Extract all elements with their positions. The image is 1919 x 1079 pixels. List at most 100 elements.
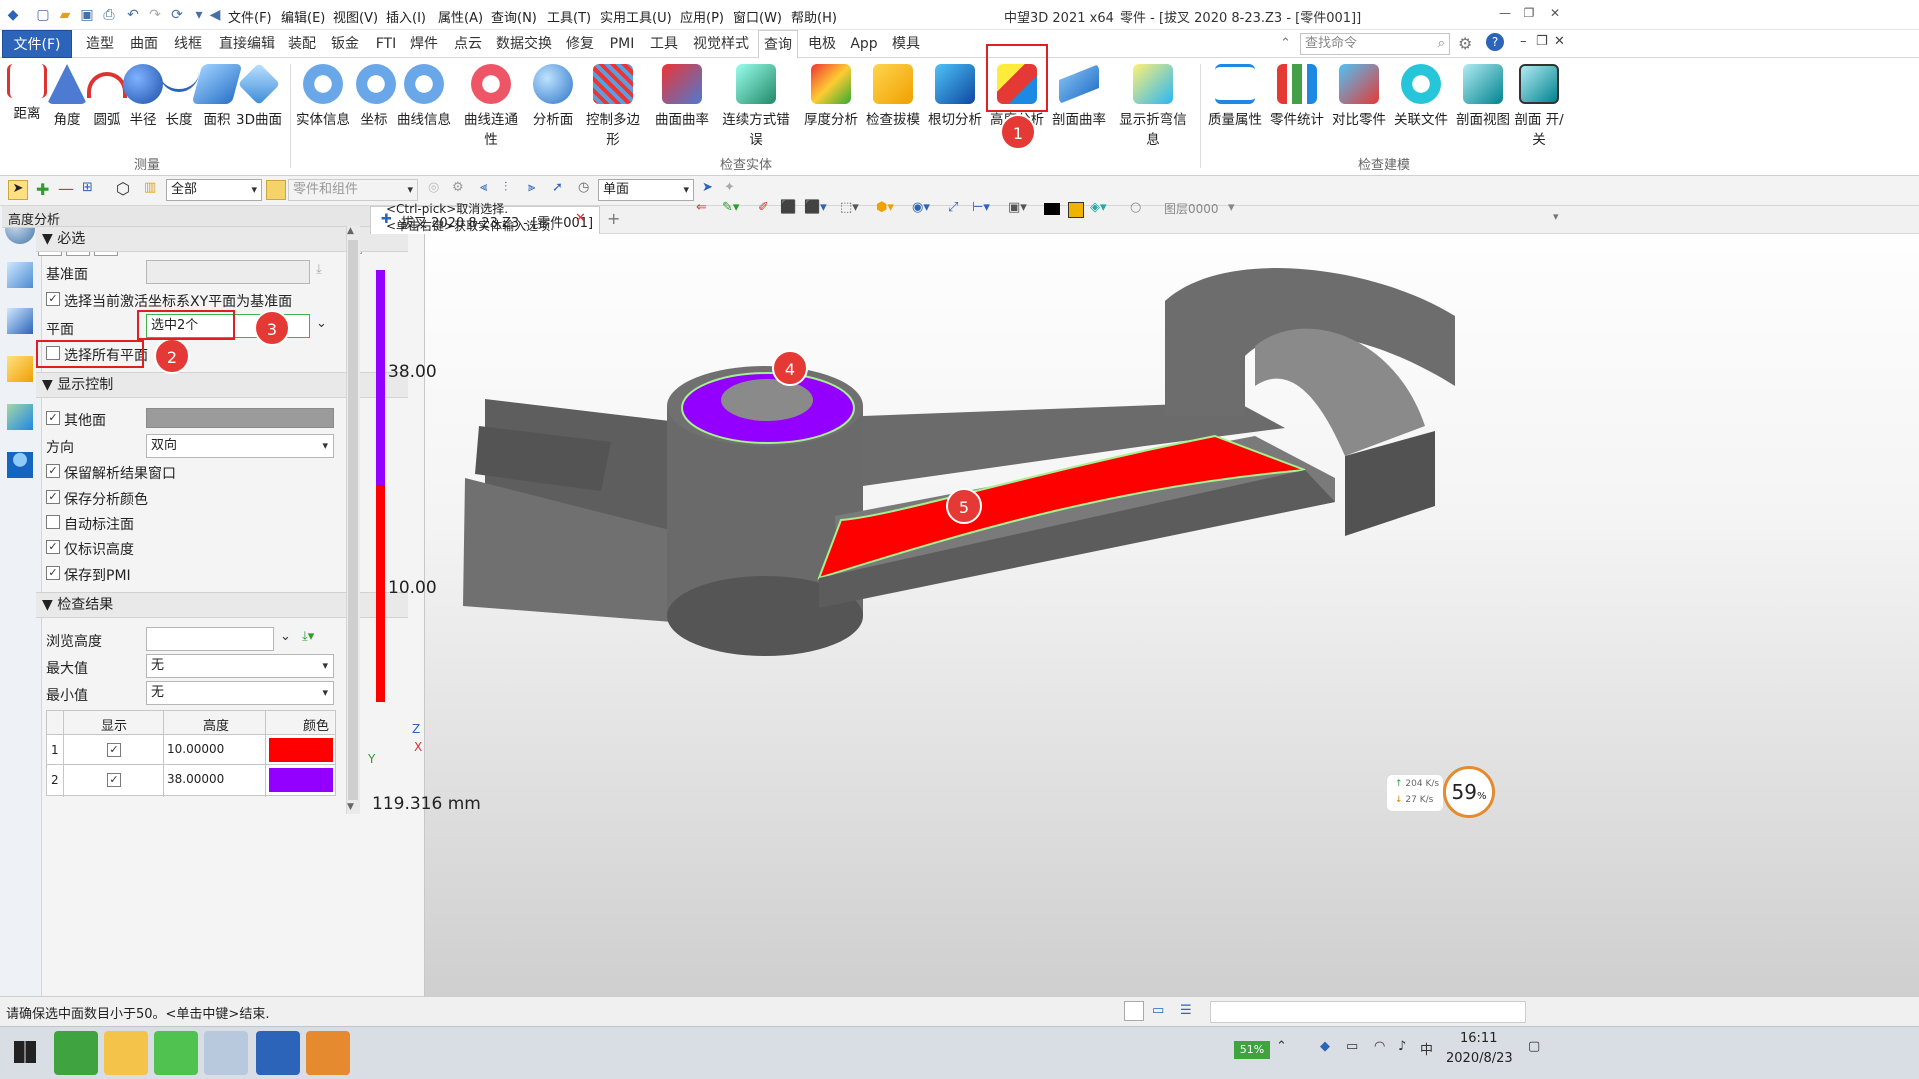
scroll-up-icon[interactable]: ▲ <box>347 226 354 236</box>
pencil-icon[interactable]: ✐ <box>758 200 769 215</box>
wechat-icon[interactable] <box>154 1031 198 1075</box>
part-statistics-button[interactable]: 零件统计 <box>1270 64 1324 128</box>
menu-utility[interactable]: 实用工具(U) <box>600 7 672 26</box>
tab-weldment[interactable]: 焊件 <box>404 30 444 58</box>
battery-indicator[interactable]: 51% <box>1234 1041 1270 1059</box>
tab-wireframe[interactable]: 线框 <box>168 30 208 58</box>
settings-icon[interactable]: ⚙ <box>1458 34 1472 53</box>
tab-fti[interactable]: FTI <box>368 30 404 58</box>
compare-parts-button[interactable]: 对比零件 <box>1332 64 1386 128</box>
remove-icon[interactable]: — <box>58 179 74 198</box>
use-xy-checkbox[interactable]: ✓ <box>46 292 60 306</box>
control-polygon-button[interactable]: 控制多边形 <box>580 64 646 148</box>
other-faces-checkbox[interactable]: ✓ <box>46 411 60 425</box>
section-toggle-button[interactable]: 剖面 开/关 <box>1514 64 1564 148</box>
tab-sheetmetal[interactable]: 钣金 <box>325 30 365 58</box>
layer-select[interactable]: 图层0000 <box>1164 200 1219 217</box>
min-select[interactable]: 无 <box>146 681 334 705</box>
area-button[interactable]: 面积 <box>191 64 243 128</box>
grid-select-icon[interactable]: ⊞ <box>82 180 93 195</box>
tray-display-icon[interactable]: ▭ <box>1346 1039 1358 1054</box>
status-input[interactable] <box>1210 1001 1526 1023</box>
back-icon[interactable]: ◀ <box>206 6 224 24</box>
collapse-ribbon-icon[interactable]: ⌃ <box>1280 36 1291 51</box>
angle-button[interactable]: 角度 <box>46 64 88 128</box>
cube-shaded-icon[interactable]: ⬛ <box>780 200 796 215</box>
picture-icon[interactable] <box>7 404 33 430</box>
curve-connectivity-button[interactable]: 曲线连通性 <box>458 64 524 148</box>
only-height-checkbox[interactable]: ✓ <box>46 540 60 554</box>
undo-icon[interactable]: ↶ <box>124 6 142 24</box>
doc-restore-icon[interactable]: ❐ <box>1536 34 1548 49</box>
hierarchy-icon[interactable] <box>7 308 33 334</box>
section-view-button[interactable]: 剖面视图 <box>1456 64 1510 128</box>
volume-icon[interactable]: ♪ <box>1398 1039 1406 1054</box>
thickness-analysis-button[interactable]: 厚度分析 <box>804 64 858 128</box>
close-icon[interactable]: ✕ <box>1544 6 1566 24</box>
tab-close-icon[interactable]: ✕ <box>575 211 586 226</box>
tab-direct-edit[interactable]: 直接编辑 <box>212 30 282 58</box>
save-icon[interactable]: ▣ <box>78 6 96 24</box>
pick-plane-icon[interactable]: ⤓ <box>316 262 322 277</box>
browse-chevron-icon[interactable]: ⌄ <box>280 629 291 644</box>
tray-app-icon[interactable]: ◆ <box>1320 1039 1330 1054</box>
curve-info-button[interactable]: 曲线信息 <box>396 64 452 128</box>
surface-curvature-button[interactable]: 曲面曲率 <box>654 64 710 128</box>
background-black-swatch[interactable] <box>1044 203 1060 215</box>
browser-icon[interactable] <box>54 1031 98 1075</box>
restore-icon[interactable]: ❐ <box>1518 6 1540 24</box>
distance-button[interactable]: 距离 <box>6 64 48 122</box>
pick-icon[interactable]: ➤ <box>702 180 713 195</box>
fit-icon[interactable]: ⤢ <box>948 200 958 215</box>
menu-view[interactable]: 视图(V) <box>333 7 378 26</box>
tab-app[interactable]: App <box>846 30 882 58</box>
tab-query[interactable]: 查询 <box>758 30 798 58</box>
zoom-icon[interactable]: ◉▾ <box>912 200 930 215</box>
gear-small-icon[interactable]: ⚙ <box>452 180 464 195</box>
tab-tools[interactable]: 工具 <box>644 30 684 58</box>
tab-assembly[interactable]: 装配 <box>282 30 322 58</box>
mass-properties-button[interactable]: 质量属性 <box>1208 64 1262 128</box>
analyze-face-button[interactable]: 分析面 <box>530 64 576 128</box>
avatar-app-icon[interactable] <box>306 1031 350 1075</box>
show-bend-info-button[interactable]: 显示折弯信息 <box>1114 64 1192 148</box>
filter-icon[interactable]: ▥ <box>144 180 156 195</box>
print-icon[interactable]: ⎙ <box>100 6 118 24</box>
row-color-swatch[interactable] <box>269 768 333 792</box>
wifi-icon[interactable]: ◠ <box>1374 1039 1385 1054</box>
wps-icon[interactable] <box>256 1031 300 1075</box>
cursor-icon[interactable]: ➚ <box>552 180 563 195</box>
row-color-swatch[interactable] <box>269 738 333 762</box>
tab-visual-style[interactable]: 视觉样式 <box>688 30 754 58</box>
minimize-icon[interactable]: — <box>1494 6 1516 24</box>
ime-icon[interactable]: 中 <box>1420 1039 1433 1058</box>
menu-tools[interactable]: 工具(T) <box>547 7 591 26</box>
browse-pick-icon[interactable]: ⤓▾ <box>302 629 314 644</box>
part-icon[interactable] <box>7 356 33 382</box>
tab-surface[interactable]: 曲面 <box>124 30 164 58</box>
hexagon-icon[interactable]: ⬡ <box>116 179 130 198</box>
align-left-icon[interactable]: ⫷ <box>480 180 487 195</box>
row-display-checkbox[interactable]: ✓ <box>107 743 121 757</box>
command-search-input[interactable]: 查找命令 ⌕ <box>1300 33 1450 55</box>
table-row[interactable]: 2 ✓ 38.00000 <box>47 765 335 795</box>
3d-surface-button[interactable]: 3D曲面 <box>236 62 282 128</box>
menu-file[interactable]: 文件(F) <box>228 7 272 26</box>
status-list-icon[interactable]: ☰ <box>1180 1003 1192 1018</box>
expand-chevron-icon[interactable]: ⌄ <box>316 316 327 331</box>
table-row[interactable]: 1 ✓ 10.00000 <box>47 735 335 765</box>
tab-mold[interactable]: 模具 <box>886 30 926 58</box>
tab-electrode[interactable]: 电极 <box>802 30 842 58</box>
direction-select[interactable]: 双向 <box>146 434 334 458</box>
menu-window[interactable]: 窗口(W) <box>733 7 782 26</box>
menu-attribute[interactable]: 属性(A) <box>438 7 483 26</box>
status-tool-icon[interactable] <box>1124 1001 1144 1021</box>
user-icon[interactable] <box>7 452 33 478</box>
background-yellow-swatch[interactable] <box>1068 202 1084 218</box>
max-select[interactable]: 无 <box>146 654 334 678</box>
select-pointer-icon[interactable]: ➤ <box>8 180 28 200</box>
file-explorer-icon[interactable] <box>104 1031 148 1075</box>
other-faces-color-swatch[interactable] <box>146 408 334 428</box>
continuity-error-button[interactable]: 连续方式错误 <box>718 64 794 148</box>
model-canvas[interactable] <box>425 206 1919 996</box>
